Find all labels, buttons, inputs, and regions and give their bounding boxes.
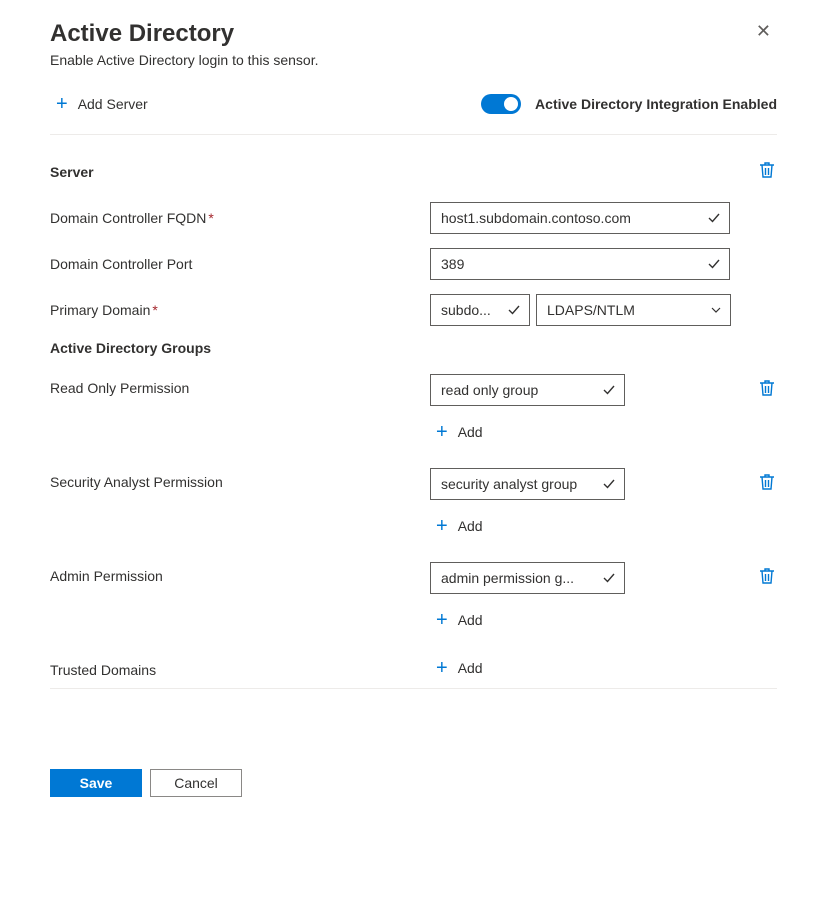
add-label: Add <box>458 518 483 534</box>
read-only-label: Read Only Permission <box>50 374 430 396</box>
divider <box>50 134 777 135</box>
read-only-group-input[interactable]: read only group <box>430 374 625 406</box>
port-label: Domain Controller Port <box>50 256 430 272</box>
primary-domain-input[interactable]: subdo... <box>430 294 530 326</box>
port-value: 389 <box>441 256 707 272</box>
fqdn-label: Domain Controller FQDN* <box>50 210 430 226</box>
security-analyst-group-value: security analyst group <box>441 476 602 492</box>
add-label: Add <box>458 660 483 676</box>
integration-toggle[interactable] <box>481 94 521 114</box>
security-analyst-label: Security Analyst Permission <box>50 468 430 490</box>
toggle-knob <box>504 97 518 111</box>
delete-admin-group-button[interactable] <box>757 565 777 590</box>
check-icon <box>602 571 616 585</box>
admin-group-input[interactable]: admin permission g... <box>430 562 625 594</box>
security-analyst-group-input[interactable]: security analyst group <box>430 468 625 500</box>
plus-icon: + <box>436 422 448 442</box>
page-title: Active Directory <box>50 20 318 48</box>
plus-icon: + <box>56 94 68 114</box>
add-read-only-group-button[interactable]: + Add <box>430 420 625 444</box>
integration-toggle-label: Active Directory Integration Enabled <box>535 96 777 112</box>
close-button[interactable]: ✕ <box>750 20 777 42</box>
trash-icon <box>759 379 775 397</box>
add-admin-group-button[interactable]: + Add <box>430 608 625 632</box>
port-input[interactable]: 389 <box>430 248 730 280</box>
add-security-analyst-group-button[interactable]: + Add <box>430 514 625 538</box>
server-heading: Server <box>50 164 94 180</box>
check-icon <box>707 211 721 225</box>
auth-method-select[interactable]: LDAPS/NTLM <box>536 294 731 326</box>
delete-read-only-group-button[interactable] <box>757 377 777 402</box>
fqdn-input[interactable]: host1.subdomain.contoso.com <box>430 202 730 234</box>
trusted-domains-label: Trusted Domains <box>50 656 430 678</box>
save-button[interactable]: Save <box>50 769 142 797</box>
add-label: Add <box>458 612 483 628</box>
plus-icon: + <box>436 516 448 536</box>
fqdn-value: host1.subdomain.contoso.com <box>441 210 707 226</box>
admin-permission-label: Admin Permission <box>50 562 430 584</box>
check-icon <box>602 383 616 397</box>
groups-heading: Active Directory Groups <box>50 340 777 356</box>
required-marker: * <box>152 302 157 318</box>
close-icon: ✕ <box>756 21 771 41</box>
primary-domain-value: subdo... <box>441 302 507 318</box>
add-server-label: Add Server <box>78 96 148 112</box>
trash-icon <box>759 161 775 179</box>
auth-method-value: LDAPS/NTLM <box>547 302 710 318</box>
required-marker: * <box>208 210 213 226</box>
plus-icon: + <box>436 658 448 678</box>
chevron-down-icon <box>710 304 722 316</box>
admin-group-value: admin permission g... <box>441 570 602 586</box>
page-subtitle: Enable Active Directory login to this se… <box>50 52 318 68</box>
trash-icon <box>759 567 775 585</box>
add-trusted-domain-button[interactable]: + Add <box>430 656 489 680</box>
check-icon <box>707 257 721 271</box>
plus-icon: + <box>436 610 448 630</box>
delete-server-button[interactable] <box>757 159 777 184</box>
add-label: Add <box>458 424 483 440</box>
primary-domain-label: Primary Domain* <box>50 302 430 318</box>
divider <box>50 688 777 689</box>
cancel-button[interactable]: Cancel <box>150 769 242 797</box>
check-icon <box>507 303 521 317</box>
add-server-button[interactable]: + Add Server <box>50 90 158 118</box>
read-only-group-value: read only group <box>441 382 602 398</box>
trash-icon <box>759 473 775 491</box>
check-icon <box>602 477 616 491</box>
delete-security-analyst-group-button[interactable] <box>757 471 777 496</box>
